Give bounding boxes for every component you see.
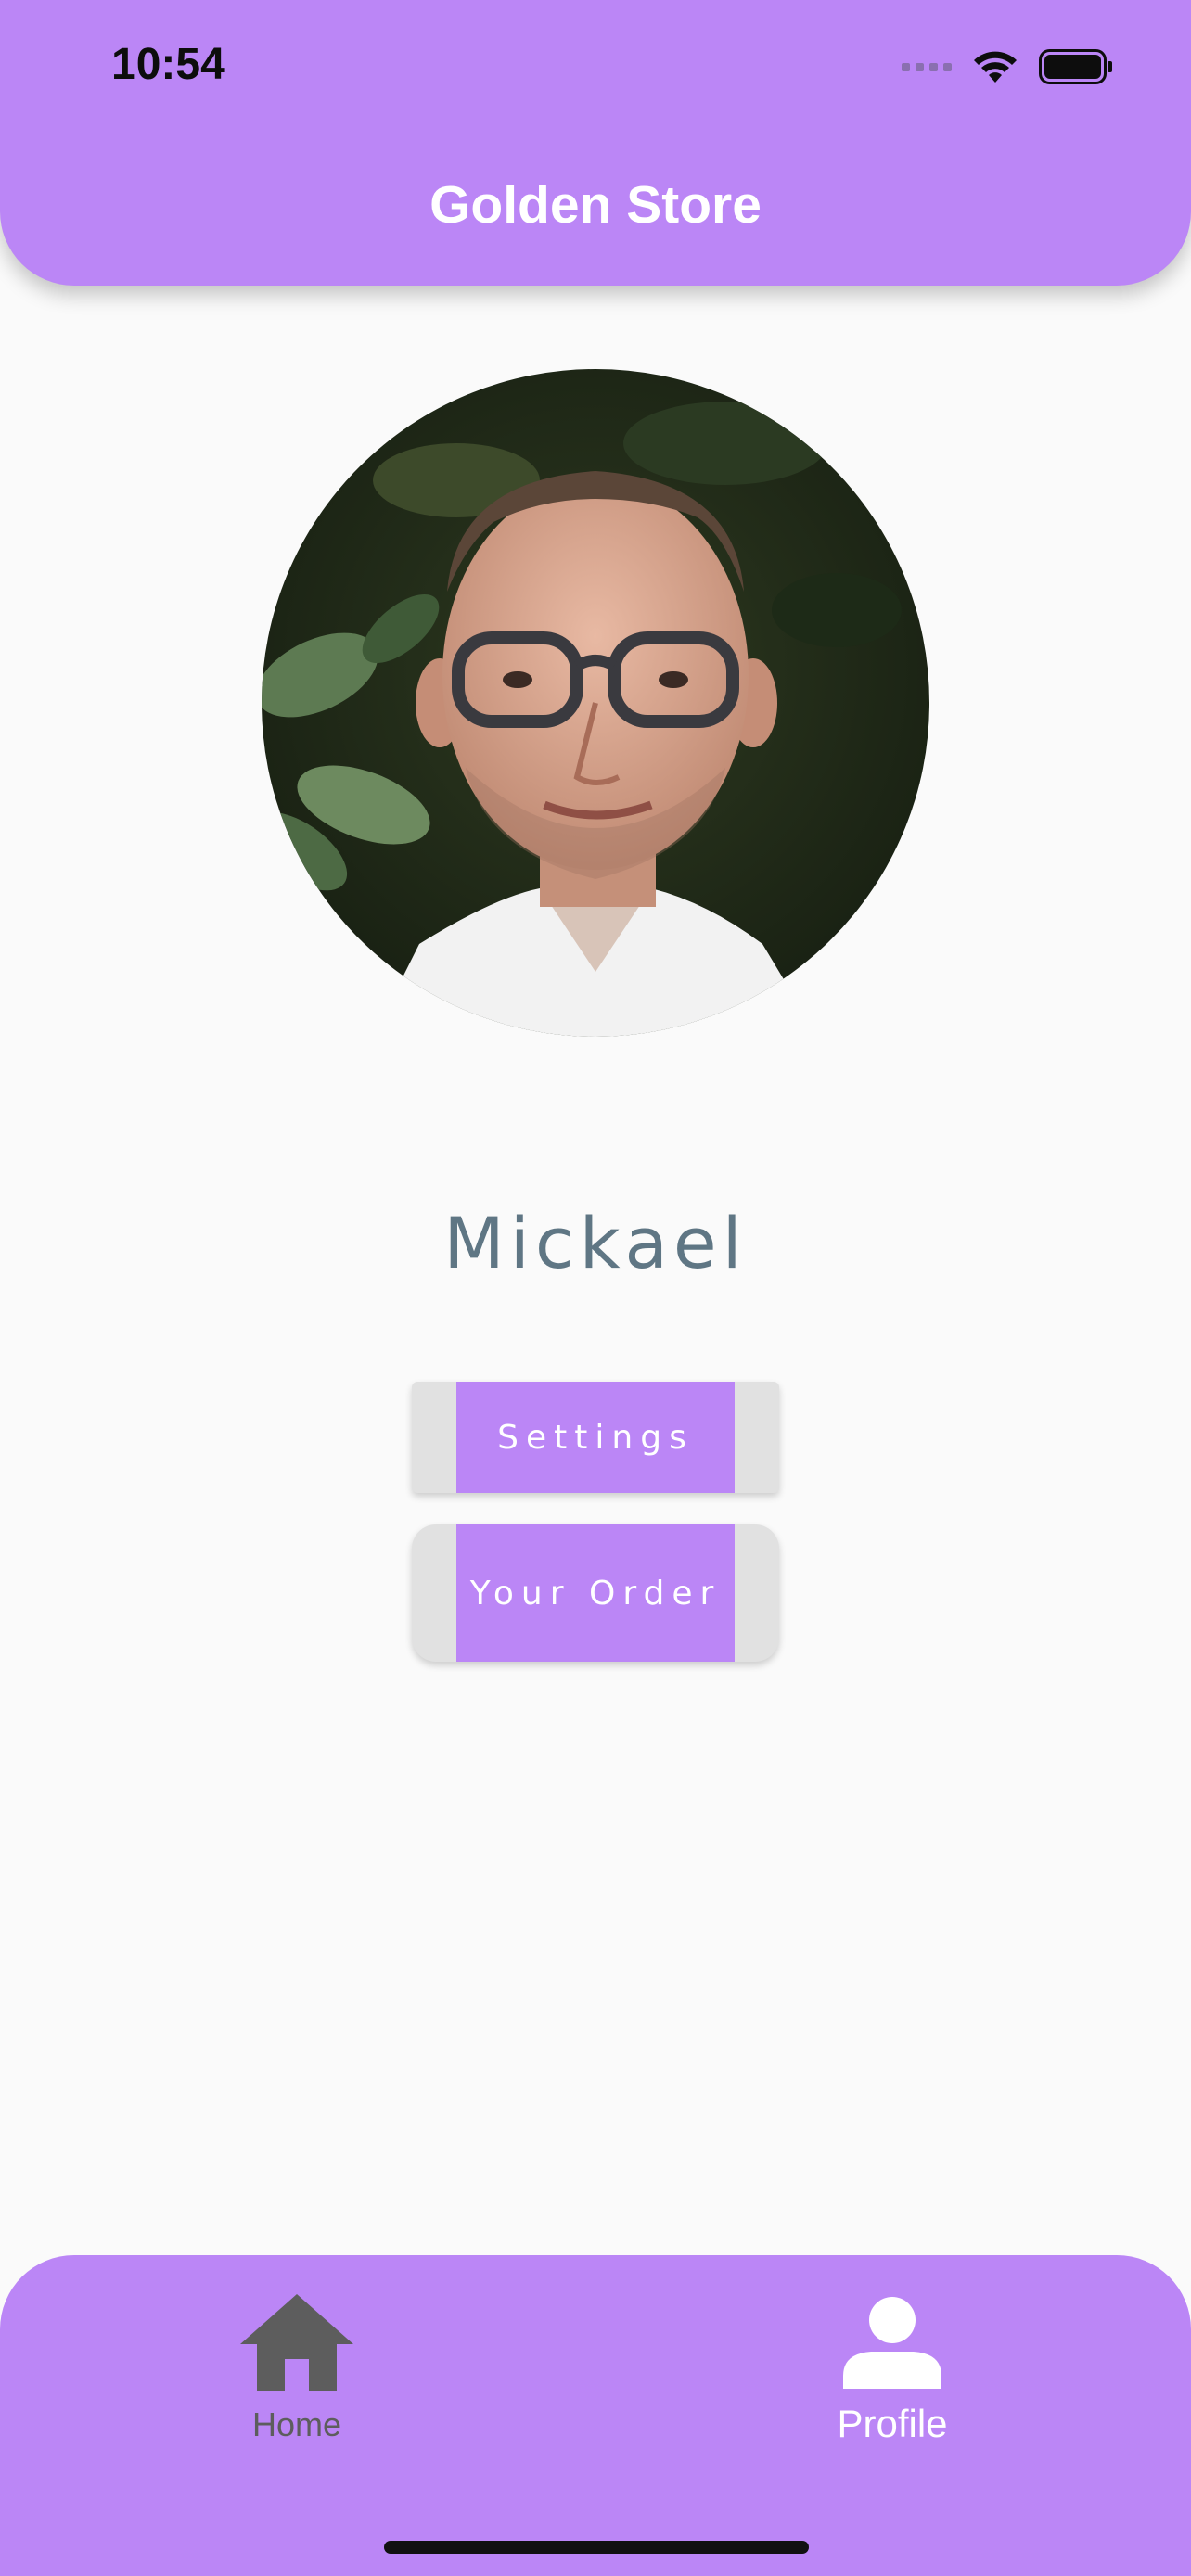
settings-button[interactable]: Settings: [412, 1382, 779, 1493]
bottom-navigation: Home Profile: [0, 2255, 1191, 2576]
nav-label-profile: Profile: [837, 2402, 948, 2445]
nav-label-home: Home: [251, 2405, 342, 2443]
your-order-button[interactable]: Your Order: [412, 1524, 779, 1662]
battery-icon: [1039, 49, 1112, 84]
user-name: Mickael: [443, 1202, 748, 1284]
settings-button-label: Settings: [456, 1382, 735, 1493]
profile-avatar: [262, 369, 929, 1037]
home-indicator[interactable]: [384, 2541, 809, 2554]
nav-item-profile[interactable]: Profile: [707, 2255, 1078, 2496]
home-icon: [240, 2294, 353, 2391]
app-header: 10:54 Golden Store: [0, 0, 1191, 286]
page-title: Golden Store: [429, 175, 762, 235]
your-order-button-label: Your Order: [456, 1524, 735, 1662]
nav-item-home[interactable]: Home: [111, 2255, 482, 2496]
person-icon: [843, 2297, 941, 2389]
status-bar-time: 10:54: [111, 40, 225, 89]
status-bar-icons: [902, 45, 1113, 89]
profile-photo: [262, 369, 929, 1037]
cellular-signal-icon: [902, 62, 952, 71]
wifi-icon: [974, 51, 1017, 83]
